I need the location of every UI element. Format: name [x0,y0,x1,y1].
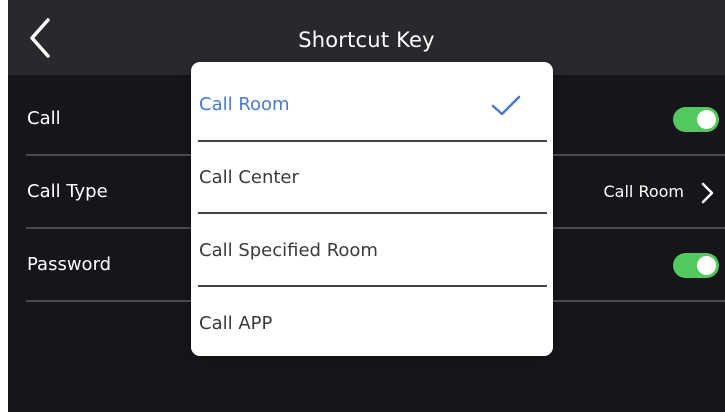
option-label-call-specified-room: Call Specified Room [199,240,378,261]
option-label-call-room: Call Room [199,94,290,115]
call-type-dropdown: Call Room Call Center Call Specified Roo… [191,62,553,356]
option-label-call-app: Call APP [199,313,273,334]
password-toggle[interactable] [673,253,719,278]
password-label: Password [27,254,112,275]
option-label-call-center: Call Center [199,167,299,188]
option-call-specified-room[interactable]: Call Specified Room [191,208,553,287]
checkmark-icon [491,95,521,116]
call-type-value: Call Room [603,182,684,201]
password-toggle-knob [697,256,716,275]
option-call-app[interactable]: Call APP [191,281,553,354]
option-call-room[interactable]: Call Room [191,62,553,142]
option-call-center[interactable]: Call Center [191,135,553,214]
app-screen: Shortcut Key Call Call Type Call Room Pa… [0,0,725,412]
call-toggle-knob [697,110,716,129]
chevron-right-icon [701,182,714,204]
call-label: Call [27,108,61,129]
call-toggle[interactable] [673,107,719,132]
call-type-label: Call Type [27,181,108,202]
